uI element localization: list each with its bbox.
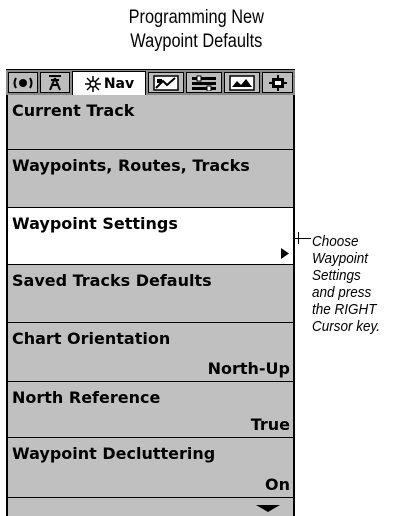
nav-menu: Current Track Waypoints, Routes, Tracks … [6,95,295,516]
menu-item-value: On [265,475,290,494]
menu-item-waypoint-settings[interactable]: Waypoint Settings [8,208,293,265]
menu-item-saved-tracks-defaults[interactable]: Saved Tracks Defaults [8,265,293,323]
chart-icon [153,74,179,91]
tab-bar: Nav [6,69,295,96]
menu-item-label: Waypoint Decluttering [12,444,216,463]
menu-item-label: Chart Orientation [12,329,171,348]
callout-line: Cursor key. [312,318,381,335]
menu-item-label: Saved Tracks Defaults [12,271,212,290]
callout-line: and press [312,284,372,301]
setup-icon [192,75,216,91]
caption-line-2: Waypoint Defaults [130,31,263,52]
menu-item-waypoints-routes-tracks[interactable]: Waypoints, Routes, Tracks [8,150,293,208]
page-caption: Programming New Waypoint Defaults [0,6,393,54]
scroll-down-icon[interactable] [250,503,286,513]
tab-setup[interactable] [186,72,222,93]
submenu-arrow-icon [281,248,289,259]
menu-item-label: Waypoints, Routes, Tracks [12,156,250,175]
tab-nav[interactable]: Nav [72,71,146,95]
callout-line: Settings [312,267,361,284]
tab-chart[interactable] [148,72,184,93]
menu-item-value: True [250,415,290,434]
accessory-icon [268,74,287,91]
tab-views[interactable] [224,72,260,93]
menu-item-label: Current Track [12,101,135,120]
callout-text: Choose Waypoint Settings and press the R… [312,233,380,335]
tab-sonar[interactable] [8,72,38,93]
menu-item-label: Waypoint Settings [12,214,178,233]
menu-item-chart-orientation[interactable]: Chart Orientation North-Up [8,323,293,382]
sonar-icon [13,76,33,89]
callout-line: Waypoint [312,250,369,267]
tab-accessories[interactable] [262,72,293,93]
tab-nav-label: Nav [103,75,135,92]
views-icon [229,74,255,91]
menu-item-north-reference[interactable]: North Reference True [8,382,293,438]
alarm-icon [49,74,61,90]
caption-line-1: Programming New [128,7,264,28]
callout-leader-tick [298,232,299,244]
callout-line: Choose [312,233,359,250]
menu-item-label: North Reference [12,388,161,407]
menu-item-current-track[interactable]: Current Track [8,95,293,150]
nav-icon [84,75,101,92]
menu-item-waypoint-decluttering[interactable]: Waypoint Decluttering On [8,438,293,498]
menu-item-value: North-Up [207,359,290,378]
tab-alarms[interactable] [40,72,70,93]
callout-line: the RIGHT [312,301,377,318]
